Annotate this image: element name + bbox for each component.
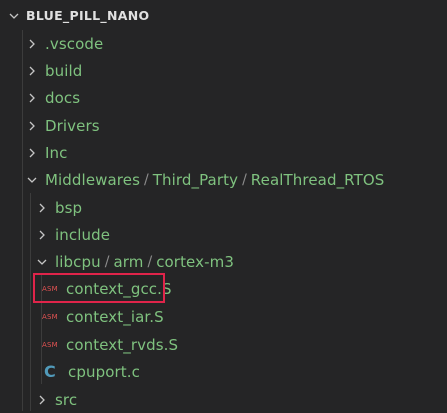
chevron-right-icon	[26, 38, 38, 50]
folder-libcpu-path[interactable]: libcpu / arm / cortex-m3	[0, 248, 447, 275]
folder-label: src	[55, 390, 78, 409]
folder-label: Inc	[45, 143, 68, 162]
chevron-right-icon	[26, 147, 38, 159]
folder-include[interactable]: include	[0, 221, 447, 248]
folder-label: docs	[45, 88, 81, 107]
folder-inc[interactable]: Inc	[0, 139, 447, 166]
folder-label-libcpu[interactable]: libcpu	[55, 253, 101, 271]
folder-label: bsp	[55, 198, 83, 217]
root-folder-label: BLUE_PILL_NANO	[26, 8, 150, 23]
folder-label-arm[interactable]: arm	[113, 253, 143, 271]
folder-label: build	[45, 61, 83, 80]
chevron-down-icon	[8, 10, 20, 22]
folder-docs[interactable]: docs	[0, 84, 447, 111]
folder-label-third-party[interactable]: Third_Party	[153, 171, 238, 189]
folder-middlewares-path[interactable]: Middlewares / Third_Party / RealThread_R…	[0, 166, 447, 193]
chevron-right-icon	[26, 92, 38, 104]
folder-drivers[interactable]: Drivers	[0, 112, 447, 139]
chevron-right-icon	[36, 229, 48, 241]
folder-build[interactable]: build	[0, 57, 447, 84]
chevron-down-icon	[36, 256, 48, 268]
file-cpuport[interactable]: C cpuport.c	[0, 358, 447, 385]
chevron-down-icon	[26, 174, 38, 186]
file-label: context_iar.S	[66, 307, 164, 326]
folder-label: Drivers	[45, 116, 100, 135]
folder-label-realthread[interactable]: RealThread_RTOS	[251, 171, 385, 189]
file-label: cpuport.c	[68, 362, 140, 381]
folder-label: .vscode	[45, 34, 104, 53]
path-separator: /	[104, 253, 110, 270]
folder-label: include	[55, 225, 111, 244]
file-context-iar[interactable]: ASM context_iar.S	[0, 303, 447, 330]
explorer-tree: BLUE_PILL_NANO .vscode build docs Driver…	[0, 0, 447, 411]
path-separator: /	[242, 171, 247, 188]
chevron-right-icon	[36, 202, 48, 214]
c-file-icon: C	[44, 362, 56, 381]
path-separator: /	[147, 253, 153, 270]
path-separator: /	[144, 171, 149, 188]
explorer-root-header[interactable]: BLUE_PILL_NANO	[0, 2, 447, 29]
chevron-right-icon	[26, 120, 38, 132]
folder-bsp[interactable]: bsp	[0, 194, 447, 221]
chevron-right-icon	[26, 65, 38, 77]
file-label: context_rvds.S	[66, 335, 179, 354]
folder-vscode[interactable]: .vscode	[0, 30, 447, 57]
folder-label-middlewares[interactable]: Middlewares	[45, 171, 140, 189]
folder-src[interactable]: src	[0, 386, 447, 413]
chevron-right-icon	[36, 394, 48, 406]
asm-file-icon: ASM	[42, 312, 58, 321]
highlight-box	[33, 273, 165, 303]
file-context-rvds[interactable]: ASM context_rvds.S	[0, 331, 447, 358]
folder-label-cortex[interactable]: cortex-m3	[156, 253, 234, 271]
asm-file-icon: ASM	[42, 340, 58, 349]
